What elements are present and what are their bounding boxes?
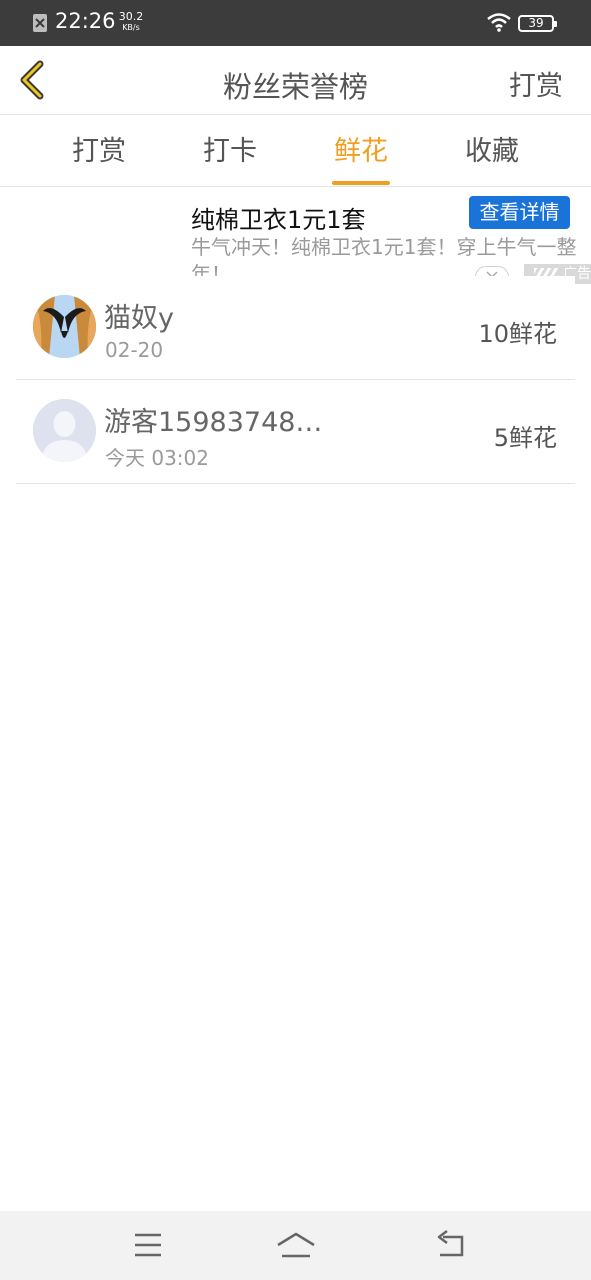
ad-banner[interactable]: 纯棉卫衣1元1套 查看详情 牛气冲天！纯棉卫衣1元1套！穿上牛气一整年！ 广告 [0,188,591,286]
avatar [33,399,96,462]
list-item[interactable]: 猫奴y 02-20 10鲜花 [16,276,575,380]
tab-flowers[interactable]: 鲜花 [301,116,421,187]
fan-name: 猫奴y [104,303,174,334]
fan-list: 猫奴y 02-20 10鲜花 游客15983748… 今天 03:02 5鲜花 [16,276,575,484]
tab-bar: 打赏 打卡 鲜花 收藏 [0,116,591,187]
network-speed-unit: KB/s [122,23,140,32]
menu-icon [135,1233,161,1257]
avatar [33,295,96,358]
no-sim-icon [33,14,47,32]
status-time: 22:26 [55,9,116,33]
fan-name: 游客15983748… [104,407,323,438]
status-bar: 22:26 30.2 KB/s 39 [0,0,591,46]
page-title: 粉丝荣誉榜 [222,70,368,104]
home-icon [277,1232,315,1258]
network-speed: 30.2 KB/s [116,11,146,33]
ad-details-button[interactable]: 查看详情 [469,196,570,229]
flower-amount: 10鲜花 [478,320,557,348]
back-nav-button[interactable] [428,1225,472,1265]
battery-level: 39 [528,16,544,30]
title-bar: 粉丝荣誉榜 打赏 [0,46,591,115]
back-icon [437,1230,464,1257]
tab-reward[interactable]: 打赏 [39,116,159,187]
wifi-icon [486,12,512,36]
system-nav-bar [0,1211,591,1280]
fan-date: 今天 03:02 [105,446,209,470]
tab-favorites[interactable]: 收藏 [432,116,552,187]
ad-title: 纯棉卫衣1元1套 [191,206,366,234]
flower-amount: 5鲜花 [493,424,557,452]
battery-icon: 39 [518,15,557,32]
fan-date: 02-20 [105,338,164,362]
menu-button[interactable] [126,1225,170,1265]
tab-checkin[interactable]: 打卡 [170,116,290,187]
reward-button[interactable]: 打赏 [509,64,563,103]
network-speed-value: 30.2 [118,10,144,23]
home-button[interactable] [274,1225,318,1265]
list-item[interactable]: 游客15983748… 今天 03:02 5鲜花 [16,380,575,484]
